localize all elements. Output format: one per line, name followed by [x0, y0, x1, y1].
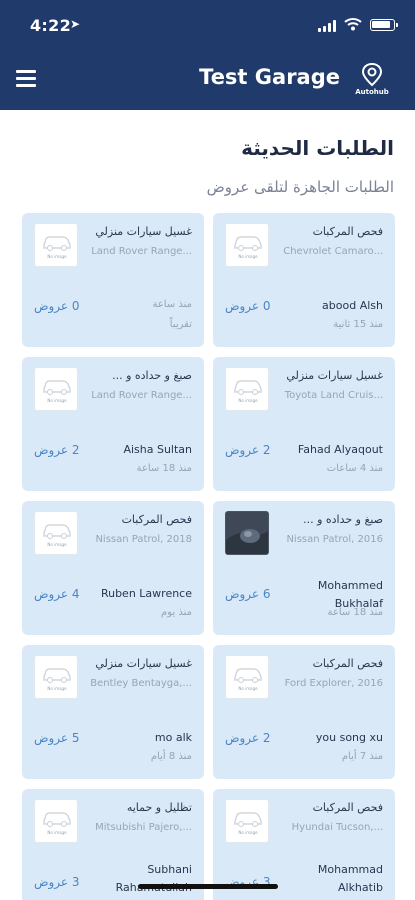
- vehicle-thumbnail: No image: [34, 367, 78, 411]
- hamburger-menu-icon[interactable]: [16, 70, 36, 88]
- vehicle-photo-image: [226, 512, 268, 554]
- customer-name: abood Alsh: [322, 299, 383, 312]
- vehicle-thumbnail: No image: [225, 223, 269, 267]
- vehicle-thumbnail: No image: [34, 655, 78, 699]
- customer-name: Mohammad Alkhatib: [317, 863, 383, 894]
- service-name: تظليل و حمايه: [126, 801, 192, 814]
- offers-count: 2 عروض: [225, 443, 271, 457]
- offers-count: 2 عروض: [225, 731, 271, 745]
- car-placeholder-icon: [234, 812, 262, 827]
- car-placeholder-icon: [234, 668, 262, 683]
- page-title: الطلبات الحديثة: [241, 136, 394, 160]
- request-time: منذ 18 ساعة: [327, 607, 383, 618]
- request-card[interactable]: No image غسيل سيارات منزلي Land Rover Ra…: [22, 213, 204, 347]
- no-image-label: No image: [238, 830, 258, 835]
- car-placeholder-icon: [43, 236, 71, 251]
- vehicle-thumbnail: No image: [34, 799, 78, 843]
- request-time: منذ يوم: [161, 607, 192, 618]
- vehicle-name: Land Rover Range...: [91, 246, 192, 257]
- vehicle-thumbnail: No image: [34, 223, 78, 267]
- car-placeholder-icon: [234, 380, 262, 395]
- location-pin-icon: [361, 62, 383, 87]
- vehicle-thumbnail: No image: [225, 655, 269, 699]
- vehicle-name: Toyota Land Cruis...: [284, 390, 383, 401]
- vehicle-thumbnail: No image: [225, 799, 269, 843]
- car-placeholder-icon: [43, 380, 71, 395]
- request-card[interactable]: صبغ و حداده و ... Nissan Patrol, 2016 Mo…: [213, 501, 395, 635]
- vehicle-name: Ford Explorer, 2016: [284, 678, 383, 689]
- no-image-label: No image: [47, 686, 67, 691]
- request-time: منذ 18 ساعة: [136, 463, 192, 474]
- car-placeholder-icon: [234, 236, 262, 251]
- service-name: صبغ و حداده و ...: [112, 369, 192, 382]
- status-bar: 4:22 ➤: [0, 0, 415, 50]
- no-image-label: No image: [47, 254, 67, 259]
- no-image-label: No image: [47, 398, 67, 403]
- home-indicator[interactable]: [138, 884, 278, 889]
- battery-icon: [370, 19, 398, 31]
- customer-name: Fahad Alyaqout: [297, 443, 383, 456]
- offers-count: 6 عروض: [225, 587, 271, 601]
- request-card[interactable]: No image صبغ و حداده و ... Land Rover Ra…: [22, 357, 204, 491]
- request-time: منذ 15 ثانية: [333, 319, 383, 330]
- garage-title: Test Garage: [199, 65, 340, 89]
- customer-name: Ruben Lawrence: [100, 587, 192, 600]
- customer-name: you song xu: [315, 731, 383, 744]
- vehicle-thumbnail: No image: [34, 511, 78, 555]
- request-time: منذ 4 ساعات: [326, 463, 383, 474]
- request-card[interactable]: No image فحص المركبات Nissan Patrol, 201…: [22, 501, 204, 635]
- request-card[interactable]: No image فحص المركبات Ford Explorer, 201…: [213, 645, 395, 779]
- request-time: منذ 7 أيام: [341, 751, 383, 762]
- customer-name: Subhani Rahamatullah: [116, 863, 192, 894]
- service-name: غسيل سيارات منزلي: [95, 657, 192, 670]
- page-subtitle: الطلبات الجاهزة لتلقى عروض: [206, 178, 394, 196]
- vehicle-name: Land Rover Range...: [91, 390, 192, 401]
- service-name: غسيل سيارات منزلي: [95, 225, 192, 238]
- cellular-signal-icon: [318, 20, 338, 32]
- no-image-label: No image: [238, 398, 258, 403]
- car-placeholder-icon: [43, 668, 71, 683]
- vehicle-name: Chevrolet Camaro...: [283, 246, 383, 257]
- service-name: صبغ و حداده و ...: [303, 513, 383, 526]
- wifi-icon: [344, 18, 362, 31]
- no-image-label: No image: [47, 830, 67, 835]
- vehicle-name: Bentley Bentayga,...: [90, 678, 192, 689]
- car-placeholder-icon: [43, 524, 71, 539]
- service-name: فحص المركبات: [312, 657, 383, 670]
- request-time: منذ 8 أيام: [150, 751, 192, 762]
- autohub-logo: Autohub: [352, 60, 392, 100]
- offers-count: 3 عروض: [34, 875, 80, 889]
- offers-count: 0 عروض: [225, 299, 271, 313]
- service-name: فحص المركبات: [312, 225, 383, 238]
- offers-count: 5 عروض: [34, 731, 80, 745]
- logo-text: Autohub: [355, 88, 389, 96]
- vehicle-name: Hyundai Tucson,...: [291, 822, 383, 833]
- vehicle-name: Nissan Patrol, 2016: [286, 534, 383, 545]
- offers-count: 4 عروض: [34, 587, 80, 601]
- service-name: فحص المركبات: [121, 513, 192, 526]
- location-arrow-icon: ➤: [70, 17, 81, 31]
- app-header: Test Garage Autohub: [0, 50, 415, 110]
- request-time-approx: تقريباً: [169, 319, 192, 330]
- no-image-label: No image: [238, 254, 258, 259]
- vehicle-name: Mitsubishi Pajero,...: [95, 822, 192, 833]
- request-card[interactable]: No image فحص المركبات Chevrolet Camaro..…: [213, 213, 395, 347]
- no-image-label: No image: [47, 542, 67, 547]
- vehicle-name: Nissan Patrol, 2018: [95, 534, 192, 545]
- vehicle-thumbnail: No image: [225, 367, 269, 411]
- customer-name: Aisha Sultan: [123, 443, 192, 456]
- service-name: فحص المركبات: [312, 801, 383, 814]
- car-placeholder-icon: [43, 812, 71, 827]
- service-name: غسيل سيارات منزلي: [286, 369, 383, 382]
- vehicle-photo: [225, 511, 269, 555]
- offers-count: 0 عروض: [34, 299, 80, 313]
- request-card[interactable]: No image غسيل سيارات منزلي Toyota Land C…: [213, 357, 395, 491]
- request-card[interactable]: No image غسيل سيارات منزلي Bentley Benta…: [22, 645, 204, 779]
- request-time: منذ ساعة: [152, 299, 192, 310]
- status-time: 4:22: [30, 16, 71, 35]
- offers-count: 2 عروض: [34, 443, 80, 457]
- no-image-label: No image: [238, 686, 258, 691]
- customer-name: mo alk: [154, 731, 192, 744]
